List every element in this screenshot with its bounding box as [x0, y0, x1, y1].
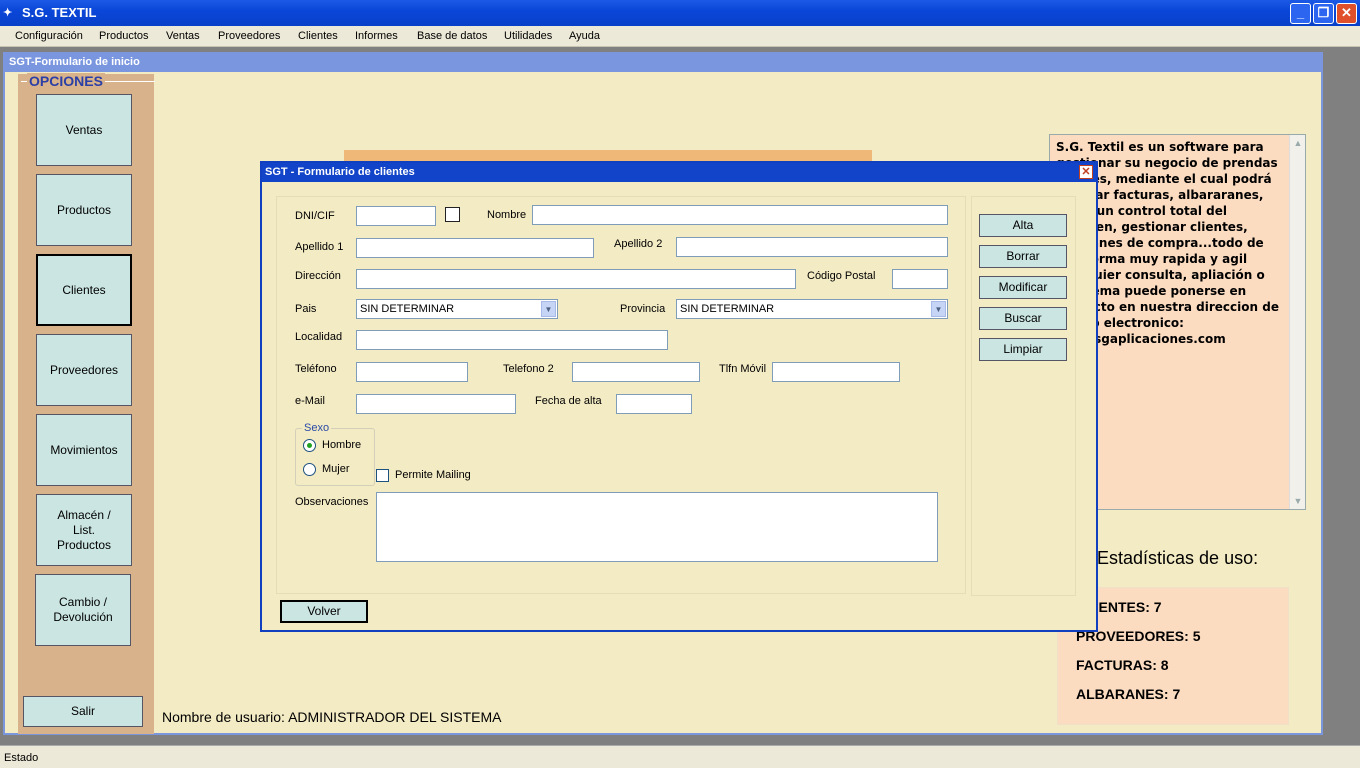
nav-productos-button[interactable]: Productos [36, 174, 132, 246]
direccion-label: Dirección [295, 270, 341, 282]
username-label: Nombre de usuario: ADMINISTRADOR DEL SIS… [162, 709, 502, 725]
scroll-up-icon[interactable]: ▲ [1290, 135, 1306, 151]
cp-input[interactable] [892, 269, 948, 289]
sexo-group [295, 428, 375, 486]
provincia-value: SIN DETERMINAR [680, 303, 775, 315]
sexo-legend: Sexo [302, 422, 332, 434]
movil-input[interactable] [772, 362, 900, 382]
minimize-button[interactable]: _ [1290, 3, 1311, 24]
localidad-input[interactable] [356, 330, 668, 350]
nombre-label: Nombre [487, 209, 527, 221]
menu-configuracion[interactable]: Configuración [15, 30, 83, 42]
nav-almacen-button[interactable]: Almacén / List. Productos [36, 494, 132, 566]
exit-button[interactable]: Salir [23, 696, 143, 727]
direccion-input[interactable] [356, 269, 796, 289]
pais-select[interactable]: SIN DETERMINAR ▼ [356, 299, 558, 319]
limpiar-button[interactable]: Limpiar [979, 338, 1067, 361]
movil-label: Tlfn Móvil [719, 363, 767, 375]
dni-check-icon[interactable] [445, 207, 460, 222]
status-text: Estado [4, 752, 39, 764]
pais-value: SIN DETERMINAR [360, 303, 455, 315]
close-button[interactable]: ✕ [1336, 3, 1357, 24]
menu-proveedores[interactable]: Proveedores [218, 30, 280, 42]
dni-label: DNI/CIF [295, 210, 335, 222]
menu-informes[interactable]: Informes [355, 30, 398, 42]
status-bar: Estado [0, 745, 1360, 768]
menu-ayuda[interactable]: Ayuda [569, 30, 600, 42]
cp-label: Código Postal [807, 270, 876, 282]
dialog-title: SGT - Formulario de clientes [262, 163, 1096, 182]
provincia-select[interactable]: SIN DETERMINAR ▼ [676, 299, 948, 319]
stat-albaranes: ALBARANES: 7 [1076, 686, 1181, 702]
telefono2-label: Telefono 2 [503, 363, 554, 375]
fecha-alta-label: Fecha de alta [535, 395, 602, 407]
nav-cambio-button[interactable]: Cambio / Devolución [35, 574, 131, 646]
apellido2-label: Apellido 2 [614, 238, 663, 250]
dni-input[interactable] [356, 206, 436, 226]
nav-ventas-button[interactable]: Ventas [36, 94, 132, 166]
dialog-close-icon[interactable]: ✕ [1079, 165, 1093, 179]
pais-label: Pais [295, 303, 317, 315]
hombre-radio[interactable] [303, 439, 316, 452]
mailing-label: Permite Mailing [395, 469, 471, 481]
options-group: OPCIONES [17, 73, 155, 89]
provincia-label: Provincia [620, 303, 666, 315]
menu-ventas[interactable]: Ventas [166, 30, 200, 42]
apellido1-input[interactable] [356, 238, 594, 258]
stat-facturas: FACTURAS: 8 [1076, 657, 1169, 673]
stats-title: Estadísticas de uso: [1097, 548, 1259, 568]
borrar-button[interactable]: Borrar [979, 245, 1067, 268]
app-icon: ✦ [3, 7, 13, 19]
menu-bar: Configuración Productos Ventas Proveedor… [0, 26, 1360, 47]
menu-clientes[interactable]: Clientes [298, 30, 338, 42]
clients-dialog: SGT - Formulario de clientes ✕ DNI/CIF N… [260, 161, 1098, 632]
mujer-label: Mujer [322, 463, 350, 475]
observaciones-textarea[interactable] [376, 492, 938, 562]
localidad-label: Localidad [295, 331, 343, 343]
nav-clientes-button[interactable]: Clientes [36, 254, 132, 326]
menu-productos[interactable]: Productos [99, 30, 149, 42]
nav-proveedores-button[interactable]: Proveedores [36, 334, 132, 406]
chevron-down-icon[interactable]: ▼ [931, 301, 946, 317]
menu-base-de-datos[interactable]: Base de datos [417, 30, 487, 42]
options-label: OPCIONES [27, 73, 105, 89]
volver-button[interactable]: Volver [280, 600, 368, 623]
apellido1-label: Apellido 1 [295, 241, 344, 253]
buscar-button[interactable]: Buscar [979, 307, 1067, 330]
telefono-input[interactable] [356, 362, 468, 382]
observaciones-label: Observaciones [295, 496, 369, 508]
window-title: S.G. TEXTIL [22, 5, 97, 20]
main-title-bar: ✦ S.G. TEXTIL _ ❐ ✕ [0, 0, 1360, 26]
modificar-button[interactable]: Modificar [979, 276, 1067, 299]
fecha-alta-input[interactable] [616, 394, 692, 414]
email-input[interactable] [356, 394, 516, 414]
info-scrollbar[interactable]: ▲ ▼ [1289, 135, 1305, 509]
mujer-radio[interactable] [303, 463, 316, 476]
telefono-label: Teléfono [295, 363, 337, 375]
apellido2-input[interactable] [676, 237, 948, 257]
email-label: e-Mail [295, 395, 325, 407]
alta-button[interactable]: Alta [979, 214, 1067, 237]
nav-movimientos-button[interactable]: Movimientos [36, 414, 132, 486]
telefono2-input[interactable] [572, 362, 700, 382]
mailing-checkbox[interactable] [376, 469, 389, 482]
maximize-button[interactable]: ❐ [1313, 3, 1334, 24]
menu-utilidades[interactable]: Utilidades [504, 30, 552, 42]
home-form-title: SGT-Formulario de inicio [5, 54, 1321, 72]
chevron-down-icon[interactable]: ▼ [541, 301, 556, 317]
scroll-down-icon[interactable]: ▼ [1290, 493, 1306, 509]
nombre-input[interactable] [532, 205, 948, 225]
hombre-label: Hombre [322, 439, 362, 451]
